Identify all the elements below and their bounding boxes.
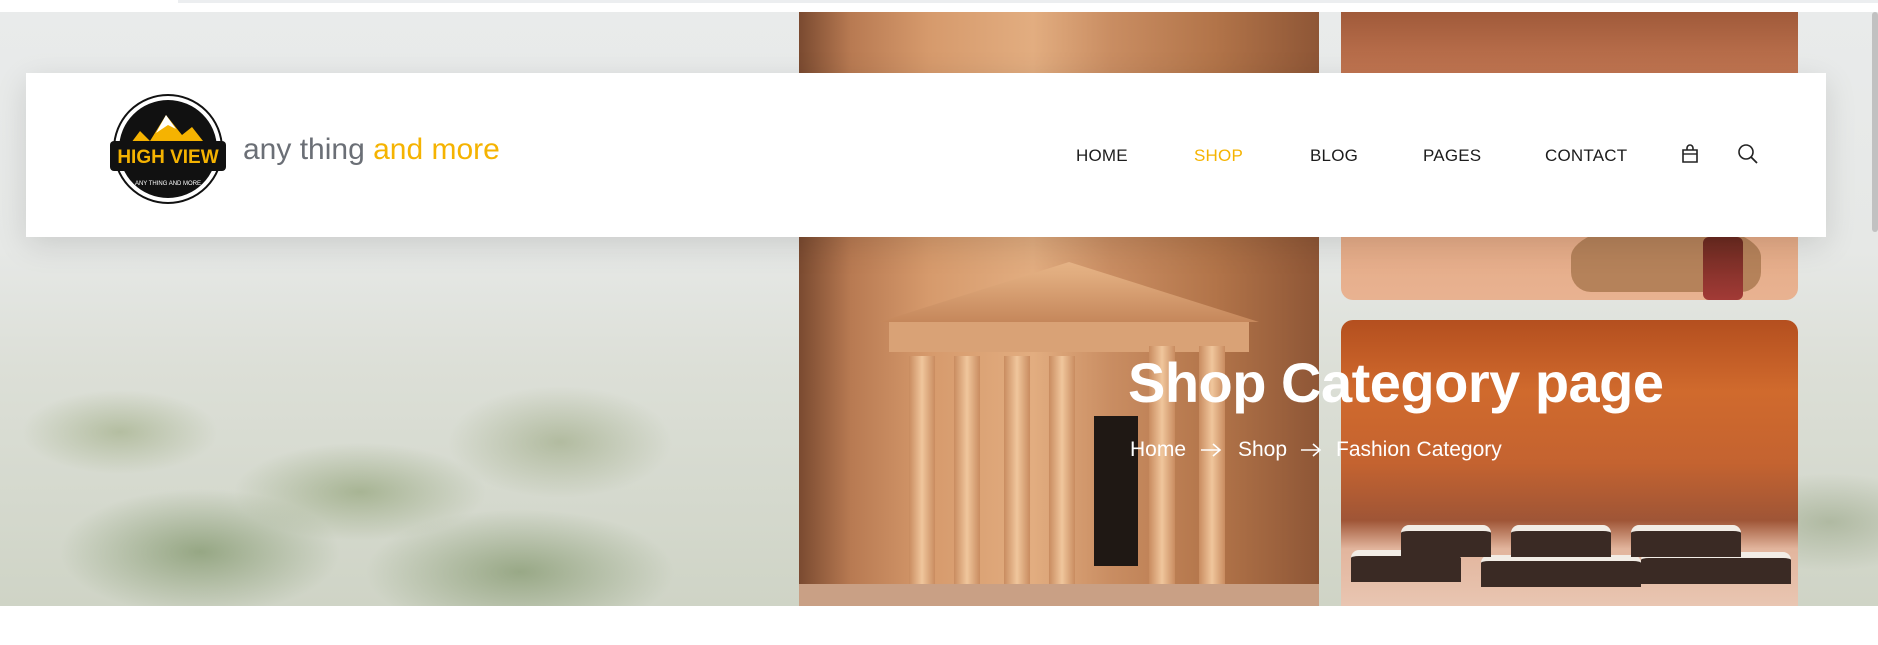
nav-contact[interactable]: CONTACT	[1545, 146, 1627, 166]
breadcrumb-home[interactable]: Home	[1130, 438, 1186, 462]
nav-blog[interactable]: BLOG	[1310, 146, 1358, 166]
page-title: Shop Category page	[1128, 351, 1664, 414]
tent	[1631, 525, 1741, 557]
tent	[1481, 555, 1641, 587]
column	[1004, 356, 1030, 586]
column	[954, 356, 980, 586]
site-header: HIGH VIEW ANY THING AND MORE any thing a…	[26, 73, 1826, 237]
column	[909, 356, 935, 586]
person	[1703, 237, 1743, 300]
pediment	[879, 262, 1259, 322]
nav-pages[interactable]: PAGES	[1423, 146, 1481, 166]
logo-subtext: ANY THING AND MORE	[135, 181, 201, 187]
tagline-start: any thing	[243, 133, 374, 166]
site-tagline: any thing and more	[243, 133, 500, 167]
nav-home[interactable]: HOME	[1076, 146, 1128, 166]
breadcrumb-shop[interactable]: Shop	[1238, 438, 1287, 462]
tent	[1511, 525, 1611, 557]
nav-shop[interactable]: SHOP	[1194, 146, 1243, 166]
top-bar	[178, 0, 1878, 3]
column	[1049, 356, 1075, 586]
search-icon[interactable]	[1736, 142, 1760, 166]
tagline-accent: and more	[373, 133, 500, 166]
cart-bag-icon[interactable]	[1678, 142, 1702, 166]
logo-wordmark: HIGH VIEW	[117, 147, 218, 168]
entablature	[889, 322, 1249, 352]
arrow-right-icon	[1301, 443, 1322, 457]
ground	[799, 584, 1319, 606]
arrow-right-icon	[1201, 443, 1222, 457]
scrollbar-thumb[interactable]	[1872, 12, 1878, 232]
tent	[1401, 525, 1491, 557]
breadcrumb-current: Fashion Category	[1336, 438, 1502, 461]
high-view-logo[interactable]: HIGH VIEW ANY THING AND MORE	[106, 93, 230, 205]
